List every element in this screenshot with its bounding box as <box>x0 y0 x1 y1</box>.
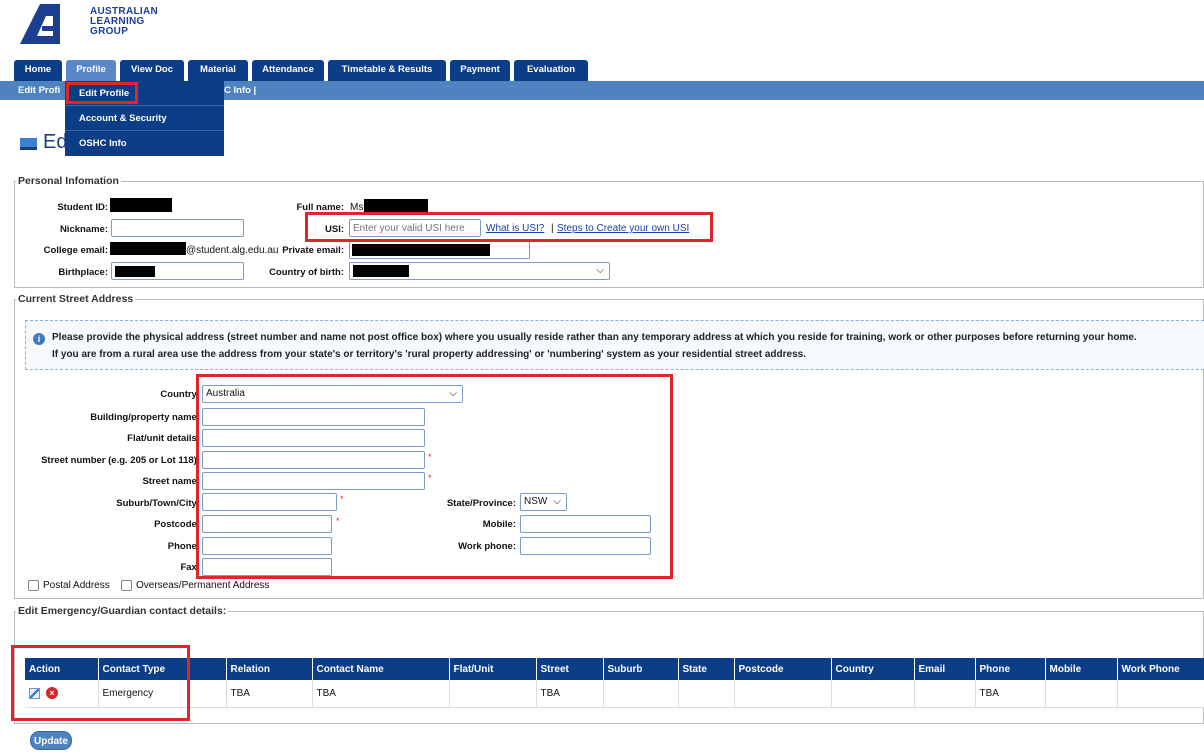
highlight-contact-type <box>11 645 190 721</box>
column-header: Work Phone <box>1117 658 1204 680</box>
menu-item-account-security[interactable]: Account & Security <box>65 106 224 131</box>
overseas-address-label: Overseas/Permanent Address <box>136 580 270 591</box>
street-number-label: Street number (e.g. 205 or Lot 118): <box>41 455 200 466</box>
highlight-address-fields <box>196 374 673 579</box>
table-cell <box>1045 680 1118 708</box>
info-icon: i <box>33 333 45 345</box>
birthplace-redacted <box>115 266 155 277</box>
column-header: Suburb <box>603 658 679 680</box>
country-label: Country: <box>160 389 200 400</box>
main-nav: Home Profile View Doc Material Attendanc… <box>14 60 592 81</box>
tab-timetable-results[interactable]: Timetable & Results <box>328 60 446 81</box>
tab-payment[interactable]: Payment <box>450 60 510 81</box>
address-info-line-2: If you are from a rural area use the add… <box>52 349 806 360</box>
table-header-row: Action Contact Type Relation Contact Nam… <box>25 658 1204 680</box>
street-address-legend: Current Street Address <box>18 293 134 305</box>
nickname-label: Nickname: <box>59 224 108 235</box>
monitor-icon <box>20 138 37 150</box>
column-header: State <box>678 658 735 680</box>
subnav-oshc-info[interactable]: C Info | <box>224 81 256 100</box>
table-cell <box>449 680 537 708</box>
postal-address-label: Postal Address <box>43 580 110 591</box>
tab-view-doc[interactable]: View Doc <box>120 60 184 81</box>
overseas-address-checkbox[interactable] <box>121 580 132 591</box>
brand-line-3: GROUP <box>90 26 129 37</box>
column-header: Postcode <box>734 658 832 680</box>
student-id-redacted <box>110 198 172 212</box>
suburb-label: Suburb/Town/City: <box>116 498 200 509</box>
postcode-label: Postcode: <box>154 519 200 530</box>
fax-label: Fax: <box>180 562 200 573</box>
emergency-contact-legend: Edit Emergency/Guardian contact details: <box>18 605 227 617</box>
emergency-contacts-table: Action Contact Type Relation Contact Nam… <box>25 658 1204 708</box>
country-of-birth-label: Country of birth: <box>269 267 344 278</box>
table-cell: TBA <box>312 680 450 708</box>
nickname-input[interactable] <box>111 219 244 237</box>
address-info-line-1: Please provide the physical address (str… <box>52 332 1137 343</box>
alg-logo-icon <box>20 4 60 44</box>
brand-name: AUSTRALIAN LEARNING GROUP <box>90 7 158 37</box>
postal-address-checkbox[interactable] <box>28 580 39 591</box>
highlight-edit-profile <box>66 82 138 104</box>
column-header: Contact Name <box>312 658 450 680</box>
college-email-domain: @student.alg.edu.au <box>186 245 279 256</box>
building-label: Building/property name: <box>90 412 200 423</box>
birthplace-label: Birthplace: <box>58 267 108 278</box>
tab-profile[interactable]: Profile <box>66 60 116 81</box>
phone-label: Phone: <box>167 541 200 552</box>
table-cell <box>734 680 832 708</box>
address-info-box: i Please provide the physical address (s… <box>25 320 1204 370</box>
page-title: Ed <box>43 131 68 153</box>
tab-attendance[interactable]: Attendance <box>252 60 324 81</box>
table-cell <box>603 680 679 708</box>
private-email-redacted <box>352 244 490 256</box>
student-id-label: Student ID: <box>57 202 108 213</box>
tab-home[interactable]: Home <box>14 60 62 81</box>
table-cell <box>678 680 735 708</box>
private-email-label: Private email: <box>282 245 344 256</box>
table-cell: TBA <box>975 680 1046 708</box>
country-of-birth-redacted <box>353 265 409 277</box>
street-name-label: Street name: <box>142 476 200 487</box>
chevron-down-icon: ⌵ <box>596 265 604 276</box>
column-header: Relation <box>226 658 313 680</box>
column-header: Phone <box>975 658 1046 680</box>
table-cell <box>914 680 976 708</box>
table-cell <box>1117 680 1204 708</box>
column-header: Mobile <box>1045 658 1118 680</box>
college-email-redacted <box>110 242 186 255</box>
column-header: Street <box>536 658 604 680</box>
column-header: Email <box>914 658 976 680</box>
column-header: Country <box>831 658 915 680</box>
college-email-label: College email: <box>43 245 108 256</box>
table-cell: TBA <box>536 680 604 708</box>
column-header: Flat/Unit <box>449 658 537 680</box>
full-name-redacted <box>364 199 428 213</box>
tab-material[interactable]: Material <box>188 60 248 81</box>
tab-evaluation[interactable]: Evaluation <box>514 60 588 81</box>
table-cell <box>831 680 915 708</box>
personal-info-legend: Personal Infomation <box>18 175 119 187</box>
menu-item-oshc-info[interactable]: OSHC Info <box>65 131 224 156</box>
table-row: × Emergency TBA TBA TBA TBA <box>25 680 1204 708</box>
highlight-usi <box>305 212 713 242</box>
flat-label: Flat/unit details: <box>127 433 200 444</box>
update-button[interactable]: Update <box>30 731 72 750</box>
table-cell: TBA <box>226 680 313 708</box>
subnav-edit-profile[interactable]: Edit Profi <box>18 81 60 100</box>
